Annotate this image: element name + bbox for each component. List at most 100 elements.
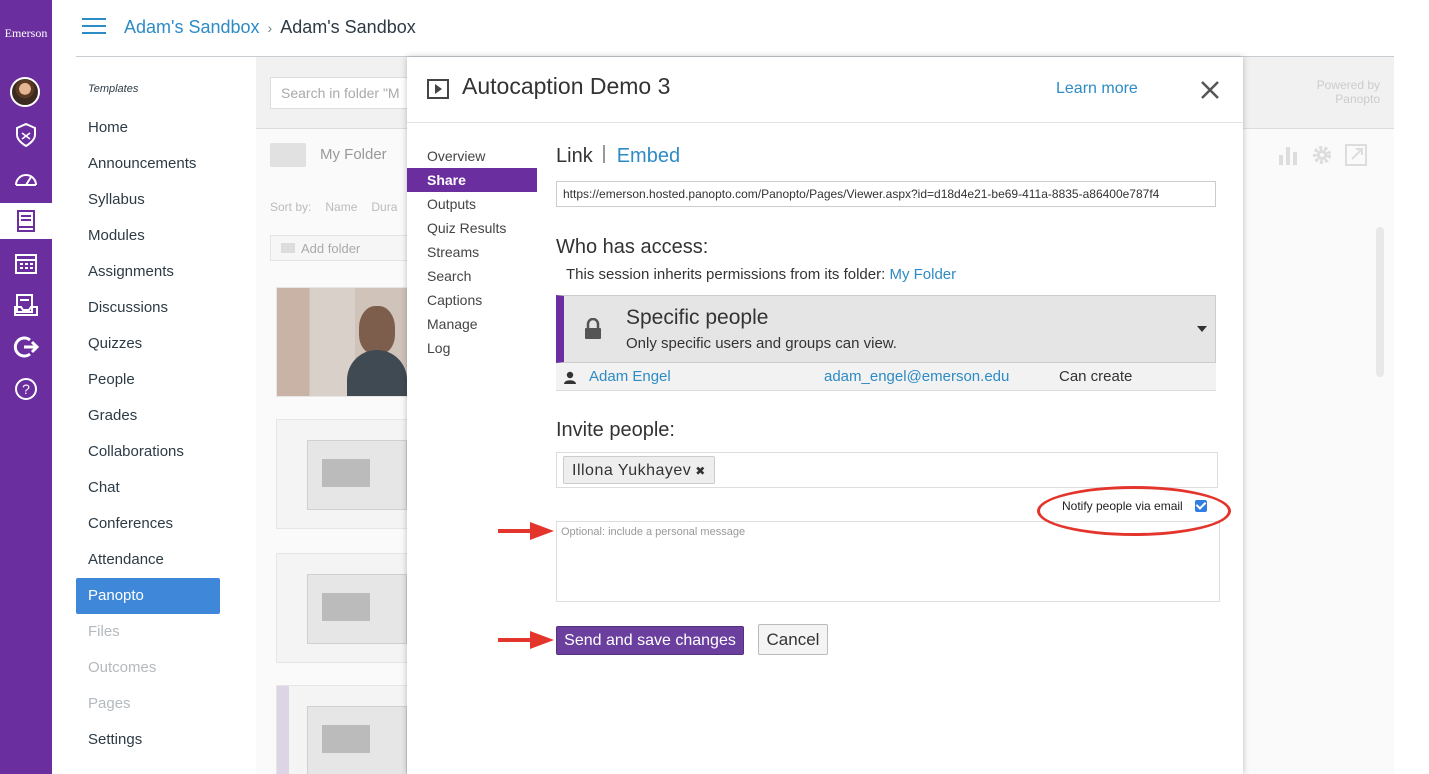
add-folder-button[interactable]: Add folder	[270, 235, 410, 261]
share-url-field[interactable]: https://emerson.hosted.panopto.com/Panop…	[556, 181, 1216, 207]
dialog-nav-search[interactable]: Search	[407, 264, 537, 288]
invite-people-input[interactable]: Illona Yukhayev ✖	[556, 452, 1218, 488]
course-nav-pages[interactable]: Pages	[76, 686, 220, 722]
cancel-button[interactable]: Cancel	[758, 624, 828, 655]
course-nav-announcements[interactable]: Announcements	[76, 146, 220, 182]
dialog-nav-outputs[interactable]: Outputs	[407, 192, 537, 216]
send-and-save-button[interactable]: Send and save changes	[556, 626, 744, 655]
sort-name-option[interactable]: Name	[325, 200, 357, 214]
screen: Emerson ? Adam's Sandbox › Adam's Sandbox	[0, 0, 1429, 774]
inbox-icon[interactable]	[0, 287, 52, 323]
thumbnail-window	[307, 440, 407, 510]
dashboard-gauge-icon[interactable]	[0, 161, 52, 197]
hamburger-menu-icon[interactable]	[82, 18, 106, 36]
course-nav-grades[interactable]: Grades	[76, 398, 220, 434]
invitee-chip: Illona Yukhayev ✖	[563, 456, 715, 484]
dialog-nav-manage[interactable]: Manage	[407, 312, 537, 336]
breadcrumb-current: Adam's Sandbox	[280, 17, 416, 37]
open-external-icon[interactable]	[1344, 143, 1368, 167]
user-role: Can create	[1059, 368, 1133, 385]
course-nav-home[interactable]: Home	[76, 110, 220, 146]
highlight-circle-annotation	[1037, 486, 1231, 536]
share-dialog: Autocaption Demo 3 Learn more Overview S…	[407, 57, 1243, 774]
course-nav-attendance[interactable]: Attendance	[76, 542, 220, 578]
course-nav-collaborations[interactable]: Collaborations	[76, 434, 220, 470]
folder-title: My Folder	[270, 143, 387, 167]
add-folder-icon	[281, 243, 295, 253]
course-nav-conferences[interactable]: Conferences	[76, 506, 220, 542]
panopto-search-input[interactable]: Search in folder "M	[270, 77, 430, 109]
pointer-arrow-icon	[498, 631, 554, 649]
sort-bar: Sort by: Name Dura	[270, 200, 411, 214]
svg-text:?: ?	[22, 381, 30, 397]
course-nav-panopto[interactable]: Panopto	[76, 578, 220, 614]
video-play-icon	[427, 79, 449, 99]
page-header: Adam's Sandbox › Adam's Sandbox	[76, 0, 1394, 57]
share-pane: Link Embed https://emerson.hosted.panopto…	[556, 57, 1226, 774]
access-level-title: Specific people	[626, 306, 769, 329]
session-thumbnail[interactable]	[276, 685, 408, 774]
course-nav-people[interactable]: People	[76, 362, 220, 398]
stats-chart-icon[interactable]	[1276, 143, 1300, 167]
remove-invitee-icon[interactable]: ✖	[695, 464, 706, 478]
brand-logo[interactable]: Emerson	[0, 26, 52, 41]
access-level-description: Only specific users and groups can view.	[626, 335, 897, 352]
course-nav-quizzes[interactable]: Quizzes	[76, 326, 220, 362]
course-nav-discussions[interactable]: Discussions	[76, 290, 220, 326]
sort-label: Sort by:	[270, 200, 312, 214]
help-icon[interactable]: ?	[0, 371, 52, 407]
course-nav-outcomes[interactable]: Outcomes	[76, 650, 220, 686]
powered-by-panopto: Powered by Panopto	[1317, 78, 1380, 106]
session-thumbnail[interactable]	[276, 419, 408, 529]
thumbnail-window-content	[322, 459, 370, 487]
session-thumbnail[interactable]	[276, 287, 408, 397]
tab-divider	[602, 145, 605, 163]
who-has-access-heading: Who has access:	[556, 236, 709, 258]
course-nav-assignments[interactable]: Assignments	[76, 254, 220, 290]
dialog-nav-share[interactable]: Share	[407, 168, 537, 192]
thumbnail-window-content	[322, 725, 370, 753]
tab-link[interactable]: Link	[556, 145, 593, 167]
user-name-link[interactable]: Adam Engel	[589, 368, 671, 385]
invitee-name: Illona Yukhayev	[572, 462, 692, 479]
thumbnail-window-content	[322, 593, 370, 621]
account-avatar[interactable]	[10, 77, 40, 107]
pointer-arrow-icon	[498, 522, 554, 540]
breadcrumb-course-link[interactable]: Adam's Sandbox	[124, 17, 260, 37]
course-nav: Templates Home Announcements Syllabus Mo…	[76, 57, 256, 774]
dialog-nav-captions[interactable]: Captions	[407, 288, 537, 312]
folder-icon	[270, 143, 306, 167]
commons-arrow-icon[interactable]	[0, 329, 52, 365]
access-level-dropdown[interactable]: Specific people Only specific users and …	[556, 295, 1216, 363]
course-nav-modules[interactable]: Modules	[76, 218, 220, 254]
gear-icon[interactable]	[1310, 143, 1334, 167]
course-nav-chat[interactable]: Chat	[76, 470, 220, 506]
dialog-nav-streams[interactable]: Streams	[407, 240, 537, 264]
inherit-folder-link[interactable]: My Folder	[889, 266, 956, 283]
calendar-icon[interactable]	[0, 245, 52, 281]
dialog-nav: Overview Share Outputs Quiz Results Stre…	[407, 144, 537, 360]
dialog-nav-quiz-results[interactable]: Quiz Results	[407, 216, 537, 240]
breadcrumb: Adam's Sandbox › Adam's Sandbox	[124, 17, 416, 38]
course-nav-syllabus[interactable]: Syllabus	[76, 182, 220, 218]
lock-icon	[585, 318, 601, 339]
thumbnail-person-body	[347, 350, 407, 396]
panopto-tools	[1276, 143, 1368, 167]
panopto-scrollbar[interactable]	[1376, 227, 1384, 377]
admin-shield-icon[interactable]	[0, 117, 52, 153]
add-folder-label: Add folder	[301, 241, 361, 256]
courses-book-icon[interactable]	[0, 203, 52, 239]
user-email-link[interactable]: adam_engel@emerson.edu	[824, 368, 1009, 385]
user-permission-row: Adam Engel adam_engel@emerson.edu Can cr…	[556, 363, 1216, 391]
sort-duration-option[interactable]: Dura	[371, 200, 397, 214]
course-nav-section-label: Templates	[88, 83, 139, 95]
course-nav-settings[interactable]: Settings	[76, 722, 220, 758]
inherit-notice: This session inherits permissions from i…	[566, 266, 956, 283]
dialog-nav-overview[interactable]: Overview	[407, 144, 537, 168]
tab-embed[interactable]: Embed	[617, 145, 680, 167]
dialog-nav-log[interactable]: Log	[407, 336, 537, 360]
session-thumbnail[interactable]	[276, 553, 408, 663]
powered-by-brand: Panopto	[1335, 92, 1380, 106]
course-nav-files[interactable]: Files	[76, 614, 220, 650]
share-tabs: Link Embed	[556, 145, 680, 168]
